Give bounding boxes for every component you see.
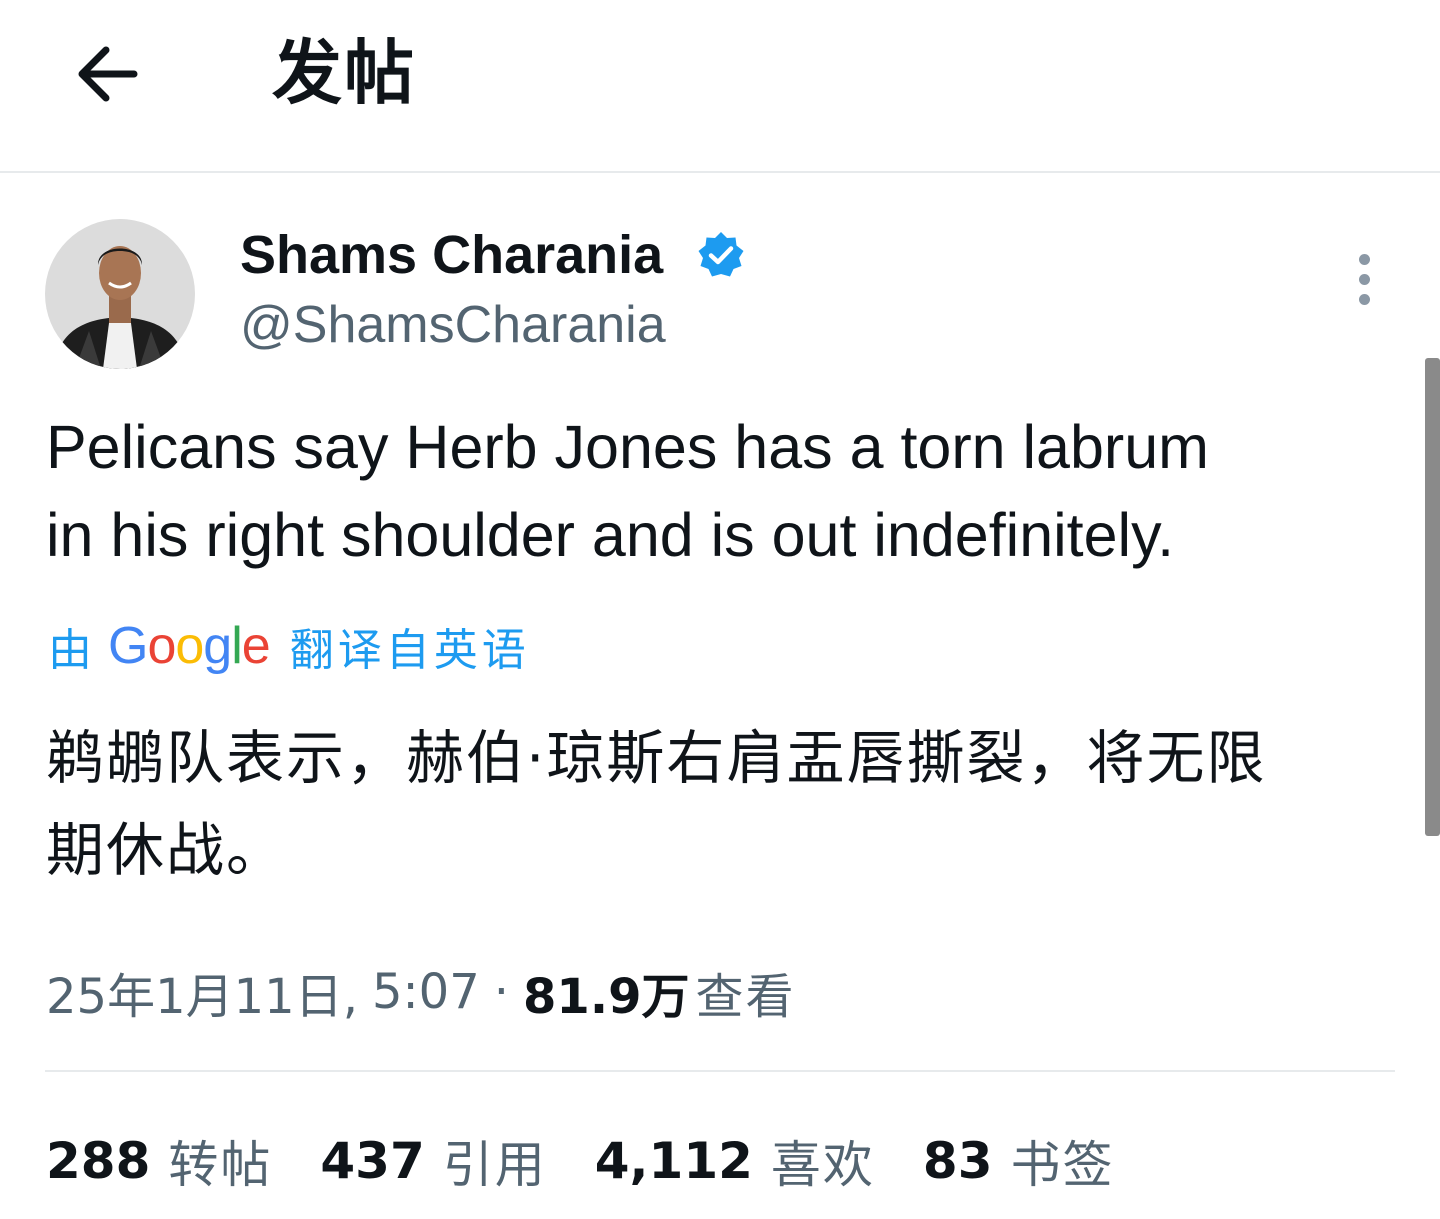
quotes-label: 引用 (442, 1136, 547, 1194)
scrollbar[interactable] (1425, 358, 1440, 836)
stats-divider (45, 1070, 1395, 1072)
more-options-button[interactable] (1345, 250, 1385, 310)
quotes-count: 437 (320, 1132, 425, 1190)
header-divider (0, 171, 1440, 173)
reposts-label: 转帖 (168, 1136, 273, 1194)
verified-badge-icon (698, 232, 744, 277)
tweet-text: Pelicans say Herb Jones has a torn labru… (46, 403, 1406, 579)
bookmarks-stat[interactable]: 83 书签 (923, 1125, 1115, 1197)
meta-separator: · (493, 964, 510, 1020)
avatar-image (45, 219, 195, 369)
author-handle[interactable]: @ShamsCharania (240, 293, 666, 357)
tweet-text-line: Pelicans say Herb Jones has a torn labru… (46, 413, 1209, 481)
tweet-time[interactable]: 5:07 (372, 964, 480, 1020)
translated-text-line: 鹈鹕队表示，赫伯·琼斯右肩盂唇撕裂，将无限 (46, 724, 1267, 792)
reposts-stat[interactable]: 288 转帖 (46, 1125, 272, 1197)
translated-text: 鹈鹕队表示，赫伯·琼斯右肩盂唇撕裂，将无限 期休战。 (46, 712, 1406, 896)
views-count[interactable]: 81.9万 (523, 957, 689, 1027)
tweet-text-line: in his right shoulder and is out indefin… (46, 501, 1175, 569)
likes-label: 喜欢 (770, 1136, 875, 1194)
tweet-date[interactable]: 25年1月11日, (46, 957, 358, 1027)
top-bar: 发帖 (0, 0, 1440, 171)
bookmarks-count: 83 (922, 1132, 993, 1190)
translate-source-label: 翻译自英语 (289, 625, 530, 676)
back-button[interactable] (68, 36, 144, 112)
page-title: 发帖 (272, 32, 416, 114)
bookmarks-label: 书签 (1010, 1136, 1115, 1194)
likes-count: 4,112 (594, 1132, 753, 1190)
display-name[interactable]: Shams Charania (240, 222, 663, 288)
translated-text-line: 期休战。 (46, 816, 287, 884)
likes-stat[interactable]: 4,112 喜欢 (595, 1125, 875, 1197)
quotes-stat[interactable]: 437 引用 (320, 1125, 546, 1197)
reposts-count: 288 (46, 1132, 151, 1190)
tweet-meta: 25年1月11日, 5:07 · 81.9万 查看 (46, 957, 795, 1027)
views-label[interactable]: 查看 (695, 957, 795, 1027)
avatar[interactable] (45, 219, 195, 369)
engagement-stats: 288 转帖 437 引用 4,112 喜欢 83 书签 (46, 1126, 1163, 1196)
google-logo: Google (108, 617, 271, 675)
translated-by-label: 由 (48, 625, 92, 676)
translate-toggle[interactable]: 由 Google 翻译自英语 (48, 614, 530, 678)
arrow-left-icon (78, 46, 138, 102)
